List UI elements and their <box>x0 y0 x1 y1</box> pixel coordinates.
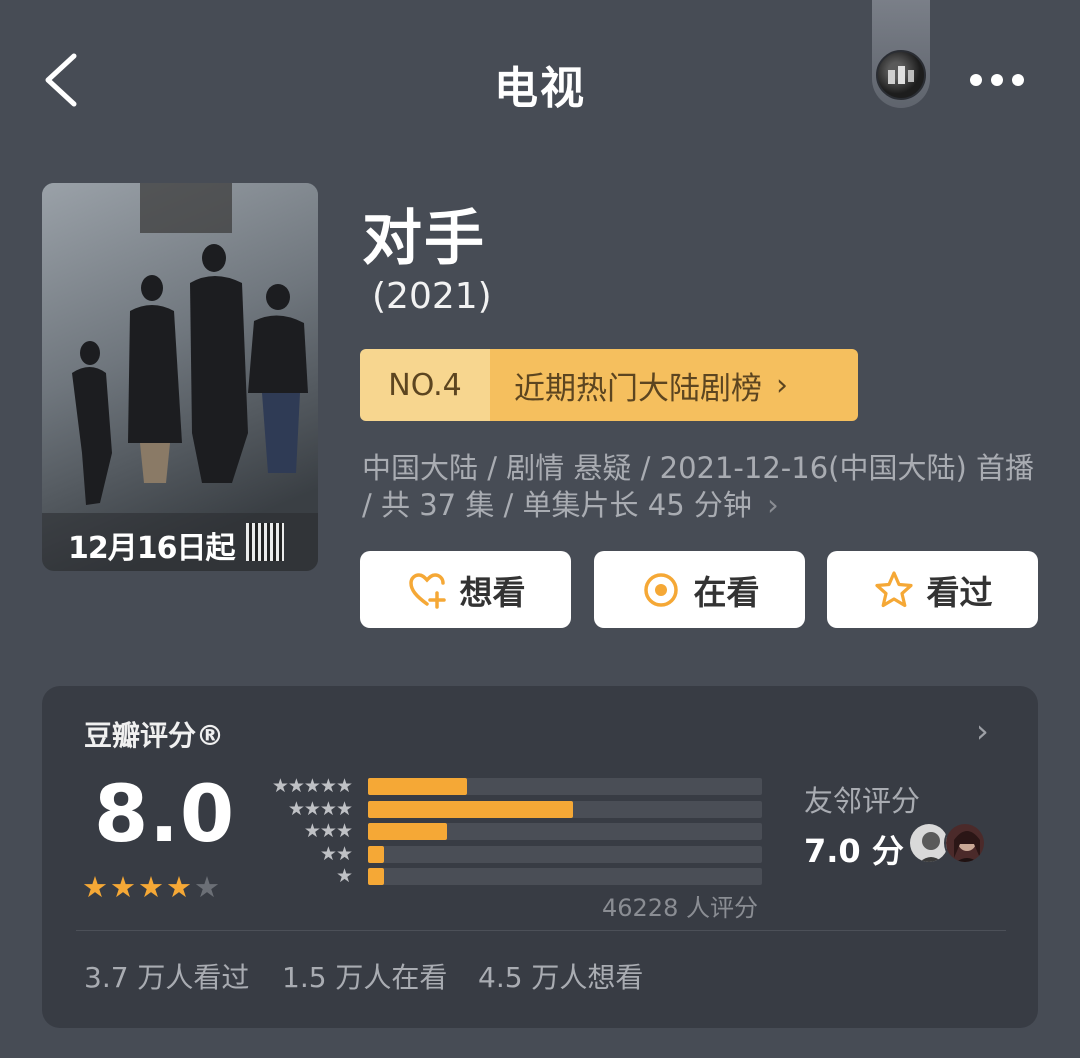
rating-bar-fill <box>368 868 384 885</box>
chevron-right-icon[interactable]: › <box>976 712 989 750</box>
heart-plus-icon <box>408 572 446 609</box>
watched-button[interactable]: 看过 <box>827 551 1038 628</box>
meta-text: 中国大陆 / 剧情 悬疑 / 2021-12-16(中国大陆) 首播 / 共 3… <box>362 451 1035 522</box>
want-to-watch-label: 想看 <box>459 572 526 612</box>
rating-bar-track <box>368 778 762 795</box>
score-stars: ★ ★ ★ ★ ★ <box>82 872 222 902</box>
poster-qr-code <box>246 523 284 561</box>
poster-date-text: 12月16日起 <box>68 531 235 566</box>
rank-list-name: 近期热门大陆剧榜 › <box>490 349 858 421</box>
star-level-label: ★★★ <box>303 820 353 842</box>
rating-bar-track <box>368 800 762 818</box>
rating-bar-fill <box>368 845 384 863</box>
star-level-label: ★★★★ <box>287 797 353 820</box>
show-title: 对手 <box>362 204 486 274</box>
watched-count[interactable]: 3.7 万人看过 <box>84 956 249 996</box>
star-filled-icon: ★ <box>166 870 192 904</box>
rating-score: 8.0 <box>94 770 236 860</box>
watching-label: 在看 <box>693 572 760 612</box>
star-filled-icon: ★ <box>82 870 108 904</box>
friend-avatar[interactable] <box>944 822 986 864</box>
watching-button[interactable]: 在看 <box>594 551 805 628</box>
star-level-label: ★★★★★ <box>271 775 353 797</box>
rating-bar-track <box>368 868 762 885</box>
star-filled-icon: ★ <box>138 870 164 904</box>
rating-count: 46228 人评分 <box>602 894 758 922</box>
star-level-label: ★ <box>335 865 353 887</box>
rating-bar-fill <box>368 823 447 840</box>
divider <box>76 930 1006 931</box>
friend-rating-label[interactable]: 友邻评分 <box>804 778 920 820</box>
mini-poster-avatar[interactable] <box>876 50 926 100</box>
watching-count[interactable]: 1.5 万人在看 <box>282 956 447 996</box>
rating-bar-fill <box>368 778 467 795</box>
target-icon <box>643 572 678 607</box>
star-level-label: ★★ <box>319 842 353 865</box>
friend-rating-score[interactable]: 7.0 分 <box>804 826 904 872</box>
more-icon[interactable] <box>966 70 1028 90</box>
wish-count[interactable]: 4.5 万人想看 <box>478 956 643 996</box>
rating-bar-fill <box>368 800 573 818</box>
want-to-watch-button[interactable]: 想看 <box>360 551 571 628</box>
star-outline-icon <box>874 570 913 607</box>
chevron-right-icon: › <box>776 367 788 403</box>
watched-label: 看过 <box>926 572 993 612</box>
show-meta-info[interactable]: 中国大陆 / 剧情 悬疑 / 2021-12-16(中国大陆) 首播 / 共 3… <box>362 450 1042 524</box>
star-filled-icon: ★ <box>110 870 136 904</box>
rank-label-text: 近期热门大陆剧榜 <box>514 370 762 407</box>
rating-card-title: 豆瓣评分® <box>84 719 225 752</box>
rank-number: NO.4 <box>360 349 490 421</box>
rating-card[interactable]: 豆瓣评分® › 8.0 ★ ★ ★ ★ ★ ★★★★★ ★★★★ ★★★ ★★ ★ 46228 … <box>42 686 1038 1028</box>
ranking-badge[interactable]: NO.4 近期热门大陆剧榜 › <box>360 349 858 421</box>
rating-bar-track <box>368 845 762 863</box>
chevron-right-icon: › <box>767 488 779 522</box>
show-poster[interactable]: 12月16日起 <box>42 183 318 571</box>
rating-bar-track <box>368 823 762 840</box>
star-empty-icon: ★ <box>194 870 220 904</box>
show-year: (2021) <box>372 276 492 317</box>
